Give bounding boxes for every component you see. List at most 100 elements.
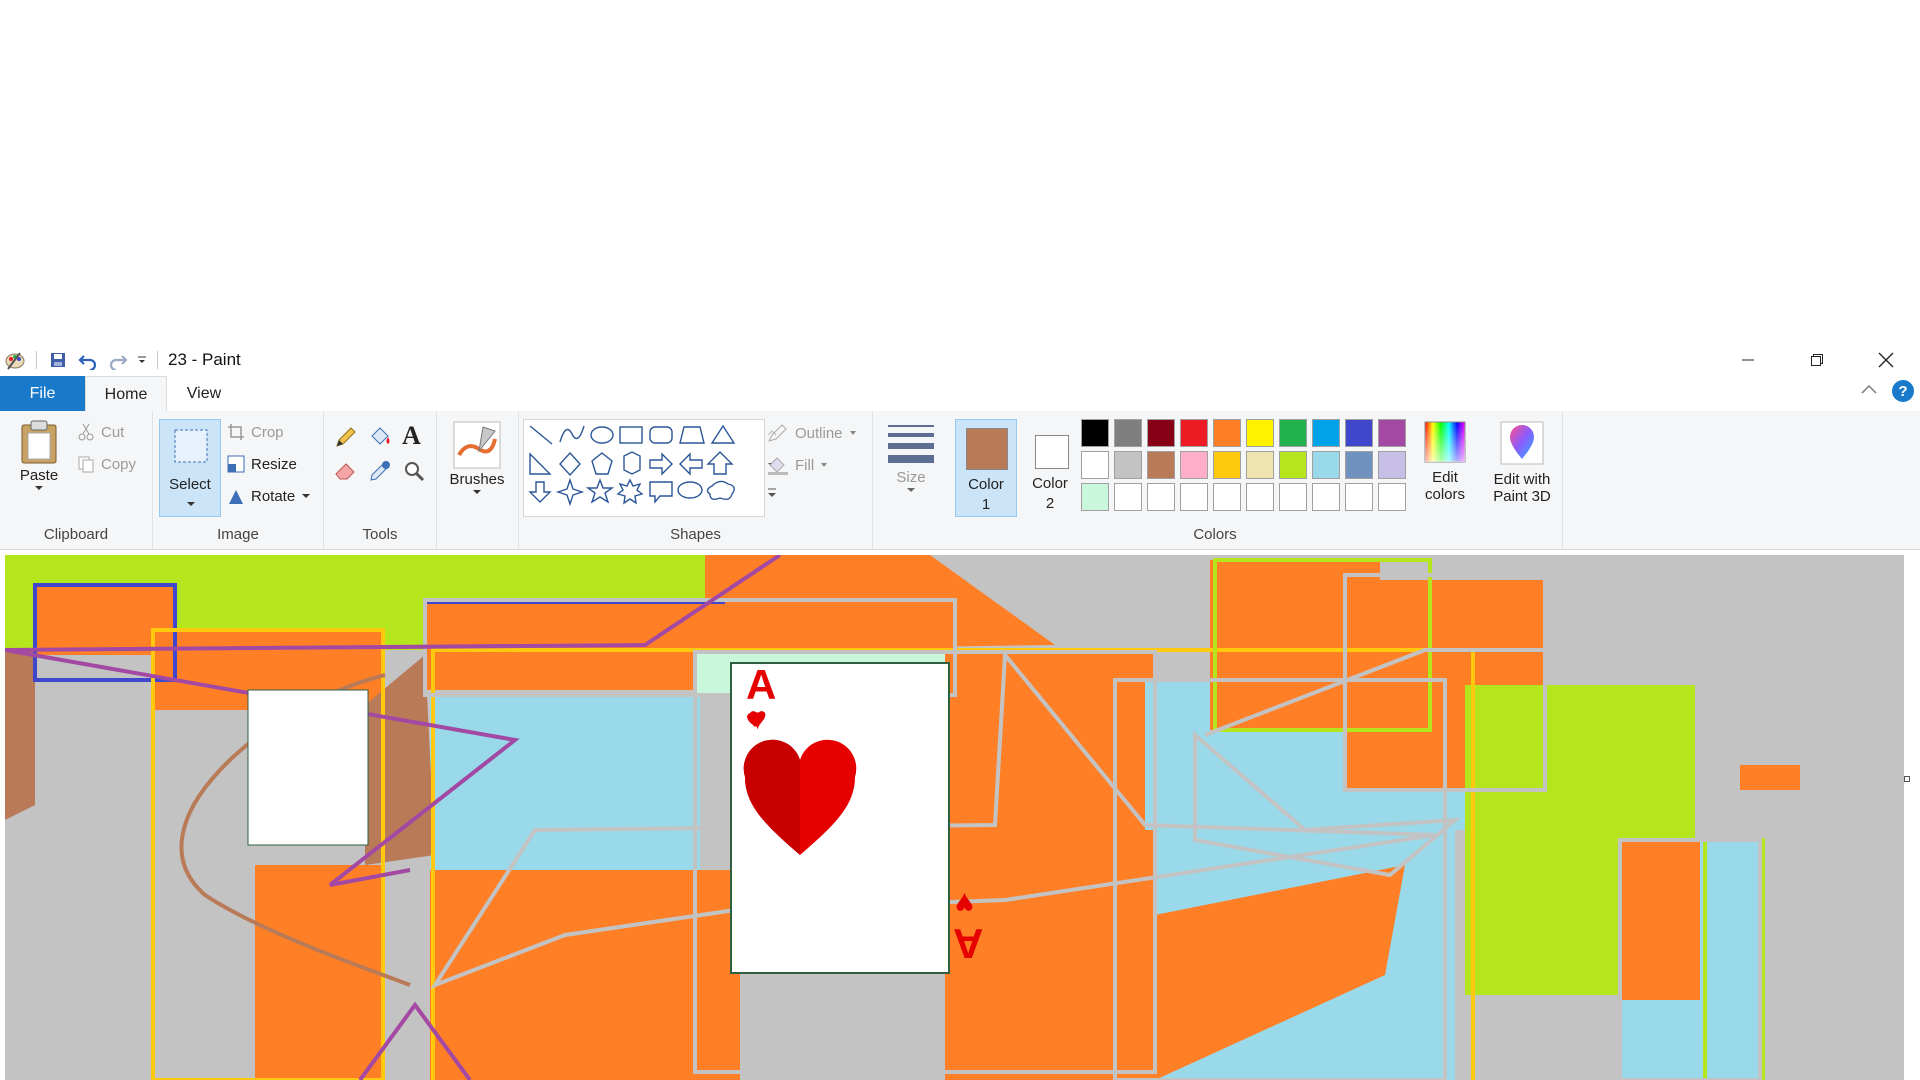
color1-button[interactable]: Color 1 [955, 419, 1017, 517]
fill-label: Fill [795, 456, 815, 474]
tab-view[interactable]: View [167, 376, 241, 411]
shapes-gallery[interactable] [523, 419, 765, 517]
brushes-group: Brushes [437, 411, 519, 549]
tools-group: A Tools [324, 411, 437, 549]
close-button[interactable] [1851, 344, 1920, 376]
selection-rectangle-icon [174, 429, 208, 463]
color2-button[interactable]: Color 2 [1019, 419, 1081, 517]
qat-separator [157, 351, 158, 369]
paint3d-group: Edit with Paint 3D [1481, 411, 1563, 549]
brush-icon [453, 421, 501, 469]
palette-color-swatch[interactable] [1246, 451, 1274, 479]
chevron-down-icon [187, 502, 195, 506]
palette-color-swatch[interactable] [1279, 419, 1307, 447]
shapes-group: Outline Fill Shapes [519, 411, 873, 549]
palette-color-swatch[interactable] [1114, 451, 1142, 479]
brushes-button[interactable]: Brushes [447, 421, 507, 496]
crop-button[interactable]: Crop [227, 423, 284, 441]
palette-color-swatch[interactable] [1345, 451, 1373, 479]
color1-label-line2: 1 [981, 496, 991, 513]
cut-button[interactable]: Cut [77, 423, 124, 441]
restore-button[interactable] [1782, 344, 1851, 376]
magnifier-icon[interactable] [402, 459, 426, 488]
palette-color-swatch[interactable] [1312, 451, 1340, 479]
crop-icon [228, 424, 244, 440]
color-picker-icon[interactable] [368, 459, 392, 488]
fill-bucket-icon[interactable] [368, 425, 392, 454]
palette-color-swatch[interactable] [1147, 451, 1175, 479]
drawing-canvas[interactable]: A ♥ A ♥ [5, 555, 1904, 1080]
tools-group-label: Tools [362, 526, 398, 543]
palette-color-swatch[interactable] [1279, 451, 1307, 479]
palette-color-swatch[interactable] [1180, 419, 1208, 447]
palette-color-swatch[interactable] [1279, 483, 1307, 511]
help-icon[interactable]: ? [1892, 380, 1914, 402]
palette-color-swatch[interactable] [1081, 419, 1109, 447]
collapse-ribbon-icon[interactable] [1860, 382, 1878, 400]
palette-color-swatch[interactable] [1312, 483, 1340, 511]
palette-color-swatch[interactable] [1081, 451, 1109, 479]
edit-colors-button[interactable]: Edit colors [1413, 421, 1477, 503]
select-label: Select [169, 476, 211, 493]
palette-color-swatch[interactable] [1114, 419, 1142, 447]
palette-color-swatch[interactable] [1147, 419, 1175, 447]
palette-color-swatch[interactable] [1147, 483, 1175, 511]
palette-color-swatch[interactable] [1378, 483, 1406, 511]
palette-color-swatch[interactable] [1180, 451, 1208, 479]
quick-access-toolbar [0, 344, 164, 376]
chevron-down-icon [849, 431, 856, 435]
eraser-icon[interactable] [334, 459, 358, 488]
palette-color-swatch[interactable] [1114, 483, 1142, 511]
paint3d-icon [1500, 421, 1544, 465]
color1-label-line1: Color [968, 476, 1004, 493]
title-bar: 23 - Paint [0, 344, 1920, 376]
tab-home[interactable]: Home [85, 376, 167, 412]
fill-bucket-icon [768, 457, 788, 475]
rotate-button[interactable]: Rotate [227, 487, 311, 505]
palette-color-swatch[interactable] [1312, 419, 1340, 447]
palette-color-swatch[interactable] [1246, 419, 1274, 447]
pencil-icon[interactable] [334, 425, 358, 454]
select-button[interactable]: Select [159, 419, 221, 517]
size-button[interactable]: Size [883, 423, 939, 494]
palette-color-swatch[interactable] [1378, 451, 1406, 479]
color-spectrum-icon [1424, 421, 1466, 463]
palette-color-swatch[interactable] [1378, 419, 1406, 447]
save-icon[interactable] [43, 346, 73, 374]
palette-color-swatch[interactable] [1213, 483, 1241, 511]
outline-button[interactable]: Outline [767, 423, 857, 443]
text-tool-icon[interactable]: A [402, 421, 421, 451]
ribbon: Paste Cut Copy Clipboard Select Crop Res… [0, 411, 1920, 550]
qat-separator [36, 351, 37, 369]
palette-color-swatch[interactable] [1246, 483, 1274, 511]
paste-button[interactable]: Paste [14, 419, 64, 492]
palette-color-swatch[interactable] [1345, 419, 1373, 447]
minimize-button[interactable] [1713, 344, 1782, 376]
color2-label-line1: Color [1032, 475, 1068, 492]
resize-button[interactable]: Resize [227, 455, 297, 473]
fill-button[interactable]: Fill [767, 455, 828, 475]
palette-color-swatch[interactable] [1081, 483, 1109, 511]
card-suit-bottom: ♥ [955, 886, 974, 922]
tab-file[interactable]: File [0, 376, 85, 411]
crop-label: Crop [251, 423, 284, 441]
palette-color-swatch[interactable] [1213, 451, 1241, 479]
outline-label: Outline [795, 424, 843, 442]
customize-qat-chevron-icon[interactable] [133, 346, 151, 374]
palette-color-swatch[interactable] [1345, 483, 1373, 511]
paint-app-icon[interactable] [0, 346, 30, 374]
size-label: Size [896, 469, 926, 486]
undo-icon[interactable] [73, 346, 103, 374]
chevron-down-icon [35, 486, 43, 490]
edit-colors-label-line1: Edit [1432, 469, 1458, 486]
scissors-icon [78, 423, 94, 441]
palette-color-swatch[interactable] [1213, 419, 1241, 447]
color-palette [1081, 419, 1413, 517]
palette-color-swatch[interactable] [1180, 483, 1208, 511]
color2-label-line2: 2 [1045, 495, 1055, 512]
canvas-resize-handle[interactable] [1904, 776, 1910, 782]
paint3d-label-line2: Paint 3D [1493, 488, 1551, 505]
edit-with-paint3d-button[interactable]: Edit with Paint 3D [1481, 421, 1563, 505]
copy-button[interactable]: Copy [77, 455, 136, 473]
redo-icon[interactable] [103, 346, 133, 374]
